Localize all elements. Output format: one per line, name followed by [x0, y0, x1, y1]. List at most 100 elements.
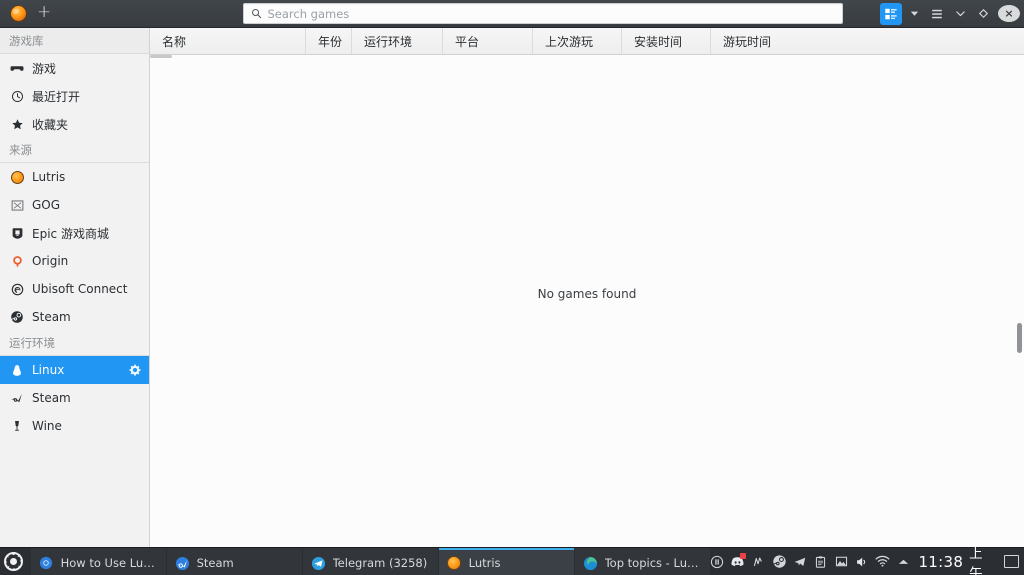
taskbar-item-lutris[interactable]: Lutris: [438, 548, 574, 575]
sidebar-item-label: Origin: [32, 254, 69, 268]
origin-icon: [10, 254, 24, 268]
taskbar-item-telegram[interactable]: Telegram (3258): [302, 548, 438, 575]
wifi-icon[interactable]: [875, 554, 890, 569]
game-list-body: No games found: [150, 55, 1024, 547]
add-game-button[interactable]: +: [33, 3, 55, 25]
sidebar-item-linux[interactable]: Linux: [0, 356, 149, 384]
search-icon: [251, 8, 261, 19]
sidebar-item-label: Wine: [32, 419, 62, 433]
discord-icon[interactable]: [730, 553, 747, 569]
clock-icon: [10, 89, 24, 103]
view-toggle-button[interactable]: [880, 2, 902, 25]
sidebar-item-epic-games[interactable]: Epic 游戏商城: [0, 219, 149, 247]
close-button[interactable]: ×: [998, 5, 1020, 22]
header-bar: + Search games ×: [0, 0, 1024, 28]
sidebar-item-games[interactable]: 游戏: [0, 54, 149, 82]
chromium-icon: [39, 556, 54, 571]
sidebar-item-ubisoft-connect[interactable]: Ubisoft Connect: [0, 275, 149, 303]
search-bar[interactable]: Search games: [242, 3, 843, 24]
search-input[interactable]: Search games: [268, 7, 350, 21]
telegram-icon: [311, 556, 326, 571]
media-pause-icon[interactable]: [710, 554, 725, 569]
gog-icon: [10, 198, 24, 212]
sidebar-item-lutris[interactable]: Lutris: [0, 163, 149, 191]
steam-icon: [10, 310, 24, 324]
sidebar-item-recent[interactable]: 最近打开: [0, 82, 149, 110]
sidebar-item-label: 收藏夹: [32, 117, 69, 132]
lutris-logo-icon: [10, 5, 27, 22]
chevron-down-icon: [910, 11, 918, 16]
header-center-group: Search games: [205, 3, 880, 24]
clipboard-icon[interactable]: [813, 554, 828, 569]
screenshot-icon[interactable]: [834, 554, 849, 569]
kde-start-icon: [4, 552, 24, 571]
taskbar-window-list: How to Use Lutris for ... Steam: [28, 548, 710, 575]
sidebar-item-label: 游戏: [32, 61, 57, 76]
column-header-runner[interactable]: 运行环境: [352, 28, 443, 54]
wine-glass-icon: [10, 419, 24, 433]
taskbar-item-label: Lutris: [468, 556, 501, 570]
taskbar-item-chromium[interactable]: How to Use Lutris for ...: [30, 548, 166, 575]
column-header-platform[interactable]: 平台: [443, 28, 533, 54]
steam-icon: [175, 556, 190, 571]
system-tray: 11:38 上午: [710, 546, 1024, 575]
steam-icon: [10, 391, 24, 405]
column-header-install-date[interactable]: 安装时间: [622, 28, 711, 54]
empty-state-message: No games found: [537, 287, 637, 301]
column-header-year[interactable]: 年份: [306, 28, 352, 54]
sidebar-item-label: 最近打开: [32, 89, 81, 104]
horizontal-scrollbar[interactable]: [150, 55, 172, 58]
column-header-play-time[interactable]: 游玩时间: [711, 28, 1024, 54]
sidebar-item-wine[interactable]: Wine: [0, 412, 149, 440]
minimize-button[interactable]: [949, 3, 971, 25]
star-icon: [10, 117, 24, 131]
sidebar-item-label: Steam: [32, 391, 71, 405]
clock-time[interactable]: 11:38: [916, 553, 963, 571]
sidebar: 游戏库 游戏 最近打开 收藏夹 来源 Lutris GOG Epic 游戏商城 …: [0, 28, 150, 547]
tray-expand-up-icon[interactable]: [896, 554, 911, 569]
view-options-dropdown[interactable]: [903, 3, 925, 25]
column-header-last-played[interactable]: 上次游玩: [533, 28, 622, 54]
taskbar-item-label: How to Use Lutris for ...: [60, 556, 158, 570]
pager-icon[interactable]: [1004, 555, 1019, 568]
sidebar-item-label: Lutris: [32, 170, 66, 184]
epic-games-icon: [10, 226, 24, 240]
volume-icon[interactable]: [854, 554, 869, 569]
taskbar-item-steam[interactable]: Steam: [166, 548, 302, 575]
sidebar-section-sources: 来源: [0, 138, 149, 163]
sidebar-item-steam-runner[interactable]: Steam: [0, 384, 149, 412]
main-menu-button[interactable]: [926, 3, 948, 25]
lutris-icon: [10, 170, 24, 184]
sidebar-section-runners: 运行环境: [0, 331, 149, 356]
sidebar-item-favorites[interactable]: 收藏夹: [0, 110, 149, 138]
sidebar-item-label: Steam: [32, 310, 71, 324]
game-list-column-headers: 名称 年份 运行环境 平台 上次游玩 安装时间 游玩时间: [150, 28, 1024, 55]
nvidia-squiggle-icon[interactable]: [751, 554, 766, 569]
linux-tux-icon: [10, 363, 24, 377]
chevron-down-icon: [955, 11, 965, 17]
maximize-button[interactable]: [972, 3, 994, 25]
start-menu-button[interactable]: [0, 548, 28, 575]
steam-icon[interactable]: [772, 554, 787, 569]
header-left-group: +: [0, 3, 205, 25]
notification-badge: [740, 553, 747, 559]
telegram-icon[interactable]: [793, 554, 808, 569]
vertical-scrollbar[interactable]: [1017, 323, 1022, 353]
header-right-group: ×: [880, 2, 1024, 25]
sidebar-item-label: Linux: [32, 363, 65, 377]
lutris-window: + Search games × 游戏库 游戏 最近打开 收藏夹 来源 Lutr…: [0, 0, 1024, 575]
taskbar-item-edge[interactable]: Top topics - Lutris For...: [574, 548, 710, 575]
taskbar-item-label: Top topics - Lutris For...: [604, 556, 702, 570]
sidebar-item-gog[interactable]: GOG: [0, 191, 149, 219]
sidebar-item-origin[interactable]: Origin: [0, 247, 149, 275]
sidebar-item-label: Ubisoft Connect: [32, 282, 128, 296]
ubisoft-icon: [10, 282, 24, 296]
clock-ampm[interactable]: 上午: [969, 542, 995, 575]
lutris-logo-button[interactable]: [6, 3, 31, 25]
gear-icon[interactable]: [129, 364, 141, 376]
edge-icon: [583, 556, 598, 571]
game-list-panel: 名称 年份 运行环境 平台 上次游玩 安装时间 游玩时间 No games fo…: [150, 28, 1024, 547]
column-header-name[interactable]: 名称: [150, 28, 306, 54]
sidebar-item-steam[interactable]: Steam: [0, 303, 149, 331]
sidebar-item-label: Epic 游戏商城: [32, 226, 109, 241]
